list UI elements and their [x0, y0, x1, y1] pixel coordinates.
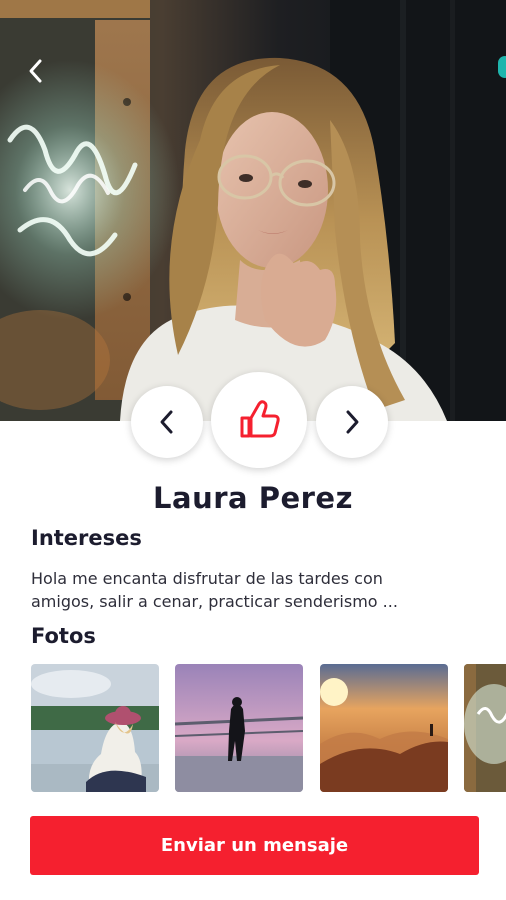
next-profile-button[interactable] — [316, 386, 388, 458]
photos-heading: Fotos — [31, 624, 96, 648]
photo-thumbnail-4[interactable] — [464, 664, 506, 792]
bridge-photo — [175, 664, 303, 792]
photo-thumbnail-3[interactable] — [320, 664, 448, 792]
profile-hero-photo — [0, 0, 506, 421]
profile-bio: Hola me encanta disfrutar de las tardes … — [31, 569, 398, 611]
status-indicator — [498, 56, 506, 78]
lake-photo — [31, 664, 159, 792]
like-button[interactable] — [211, 372, 307, 468]
chevron-right-icon — [346, 410, 359, 434]
previous-profile-button[interactable] — [131, 386, 203, 458]
profile-name: Laura Perez — [153, 481, 353, 515]
photo-thumbnail-2[interactable] — [175, 664, 303, 792]
interests-heading: Intereses — [31, 526, 142, 550]
sunset-photo — [320, 664, 448, 792]
chevron-left-icon — [29, 59, 42, 83]
thumbs-up-icon — [240, 400, 280, 438]
photo-thumbnail-1[interactable] — [31, 664, 159, 792]
back-button[interactable] — [26, 58, 58, 90]
chevron-left-icon — [160, 410, 173, 434]
send-message-button[interactable]: Enviar un mensaje — [30, 816, 479, 875]
hero-image — [0, 0, 506, 421]
neon-photo — [464, 664, 506, 792]
